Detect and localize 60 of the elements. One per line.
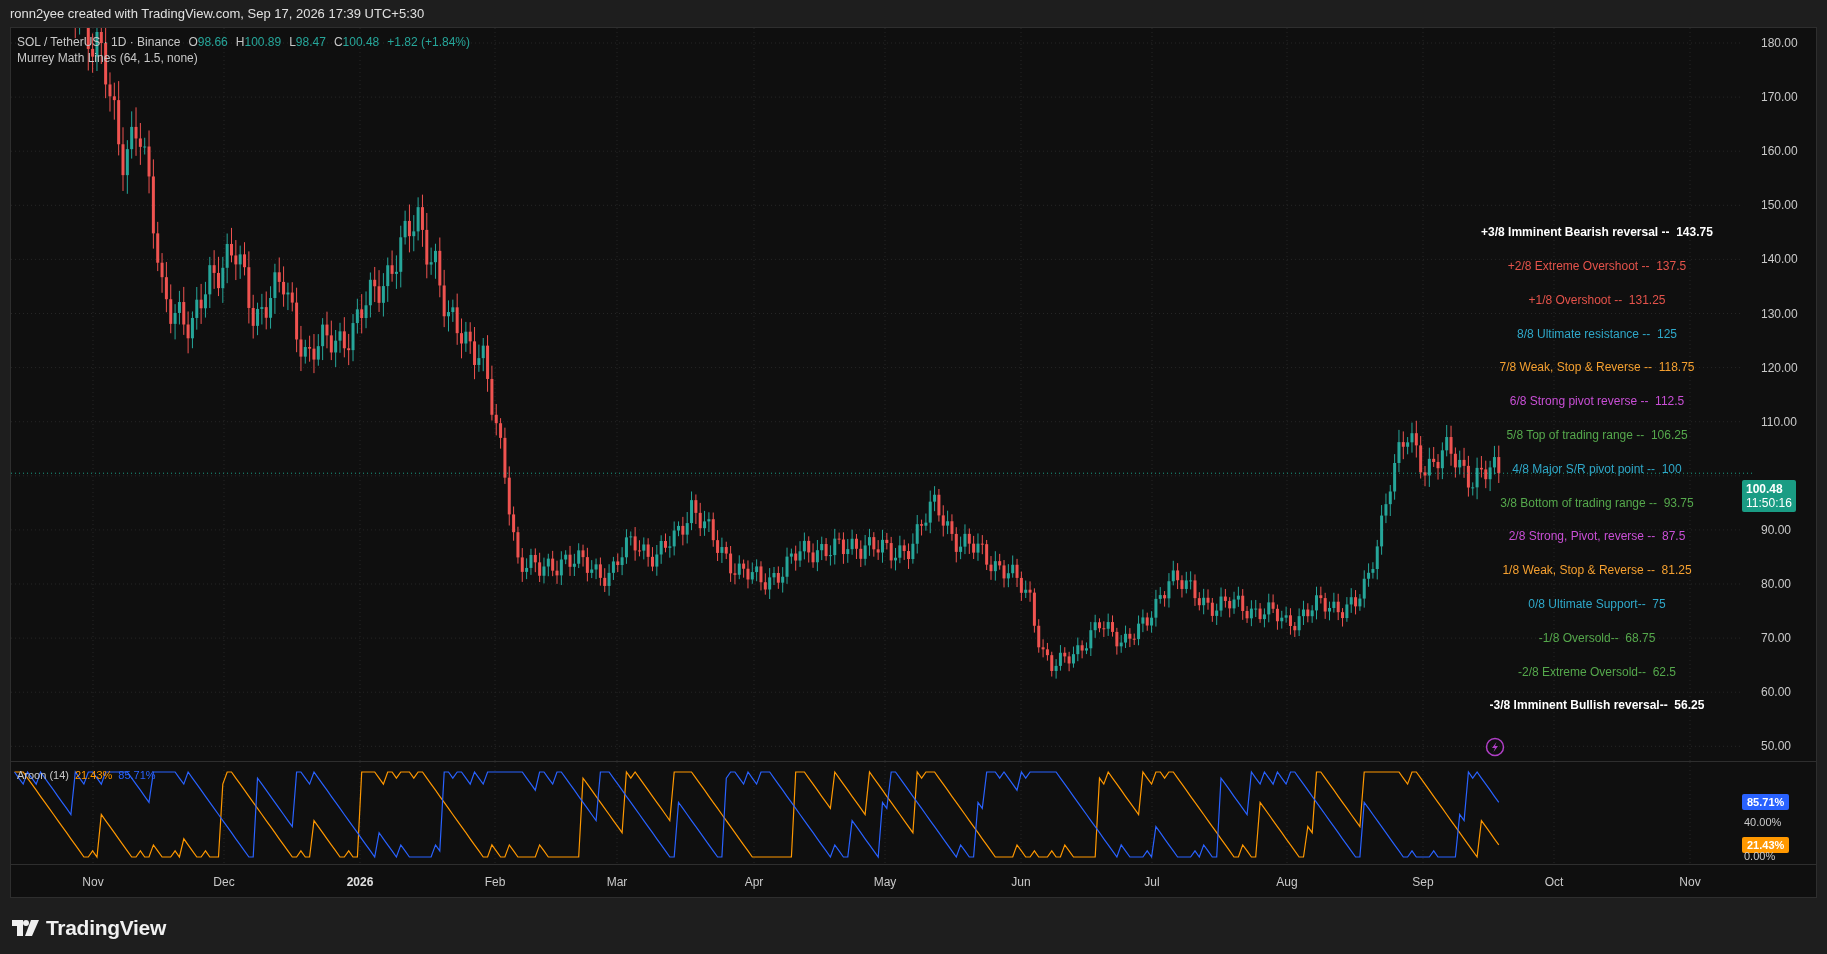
price-axis-label: 130.00 — [1761, 306, 1798, 321]
price-change: +1.82 (+1.84%) — [387, 35, 470, 49]
level-label: -3/8 Imminent Bullish reversal-- 56.25 — [1489, 698, 1705, 713]
time-axis-label: 2026 — [346, 875, 374, 889]
ohlc-value: 98.66 — [197, 35, 228, 49]
price-axis-label: 170.00 — [1761, 90, 1798, 105]
level-label: +3/8 Imminent Bearish reversal -- 143.75 — [1481, 225, 1713, 240]
price-axis-label: 50.00 — [1761, 739, 1792, 754]
value-badge: 21.43% — [1742, 836, 1790, 853]
level-label: 4/8 Major S/R pivot point -- 100 — [1512, 461, 1682, 476]
aroon-axis-label: 40.00% — [1744, 816, 1782, 828]
logo-wordmark: TradingView — [46, 916, 166, 940]
time-axis-label: Nov — [1679, 875, 1701, 889]
time-axis-label: May — [873, 875, 897, 889]
level-label: 6/8 Strong pivot reverse -- 112.5 — [1509, 394, 1685, 409]
price-axis-label: 90.00 — [1761, 522, 1792, 537]
last-price-value: 100.48 — [1746, 482, 1784, 496]
time-axis-label: Jul — [1144, 875, 1160, 889]
chart-attribution: ronn2yee created with TradingView.com, Sep 17, 2026 17:39 UTC+5:30 — [10, 6, 425, 22]
ohlc-label: O — [188, 35, 198, 49]
level-label: -1/8 Oversold-- 68.75 — [1538, 630, 1656, 645]
ohlc-value: 100.48 — [342, 35, 380, 49]
price-axis-label: 60.00 — [1761, 685, 1792, 700]
ohlc-value: 100.89 — [244, 35, 282, 49]
ohlc-value: 98.47 — [295, 35, 326, 49]
bar-countdown: 11:50:16 — [1746, 496, 1792, 510]
level-label: 2/8 Strong, Pivot, reverse -- 87.5 — [1508, 529, 1686, 544]
level-label: +1/8 Overshoot -- 131.25 — [1528, 292, 1666, 307]
ohlc-label: C — [333, 35, 343, 49]
level-label: +2/8 Extreme Overshoot -- 137.5 — [1507, 258, 1687, 273]
price-axis-label: 120.00 — [1761, 360, 1798, 375]
time-axis-label: Feb — [484, 875, 506, 889]
time-axis-label: Aug — [1276, 875, 1298, 889]
level-label: 7/8 Weak, Stop & Reverse -- 118.75 — [1499, 360, 1695, 375]
aroon-axis-label: 0.00% — [1744, 850, 1776, 862]
level-label: -2/8 Extreme Oversold-- 62.5 — [1517, 664, 1677, 679]
price-axis-label: 110.00 — [1761, 414, 1797, 429]
value-badge: 85.71% — [1742, 794, 1790, 811]
price-axis-label: 160.00 — [1761, 144, 1798, 159]
time-axis-label: Mar — [606, 875, 628, 889]
time-axis-label: Dec — [213, 875, 235, 889]
time-axis-label: Apr — [744, 875, 764, 889]
time-axis-label: Nov — [82, 875, 104, 889]
logo-icon — [12, 920, 40, 936]
time-axis-label: Jun — [1011, 875, 1031, 889]
level-label: 5/8 Top of trading range -- 106.25 — [1506, 428, 1688, 442]
price-axis-label: 70.00 — [1761, 631, 1792, 646]
level-label: 1/8 Weak, Stop & Reverse -- 81.25 — [1502, 563, 1692, 578]
price-axis-label: 140.00 — [1761, 252, 1798, 267]
time-axis-label: Sep — [1412, 875, 1434, 889]
level-label: 0/8 Ultimate Support-- 75 — [1528, 597, 1666, 612]
price-axis-label: 80.00 — [1761, 577, 1792, 591]
ohlc-label: H — [235, 35, 245, 49]
level-label: 8/8 Ultimate resistance -- 125 — [1516, 326, 1678, 341]
lightning-icon — [1485, 737, 1505, 757]
price-axis-label: 150.00 — [1761, 198, 1798, 213]
ohlc-label: L — [289, 35, 296, 49]
time-axis-label: Oct — [1544, 875, 1564, 889]
level-label: 3/8 Bottom of trading range -- 93.75 — [1500, 495, 1694, 510]
price-axis-label: 180.00 — [1761, 36, 1798, 50]
